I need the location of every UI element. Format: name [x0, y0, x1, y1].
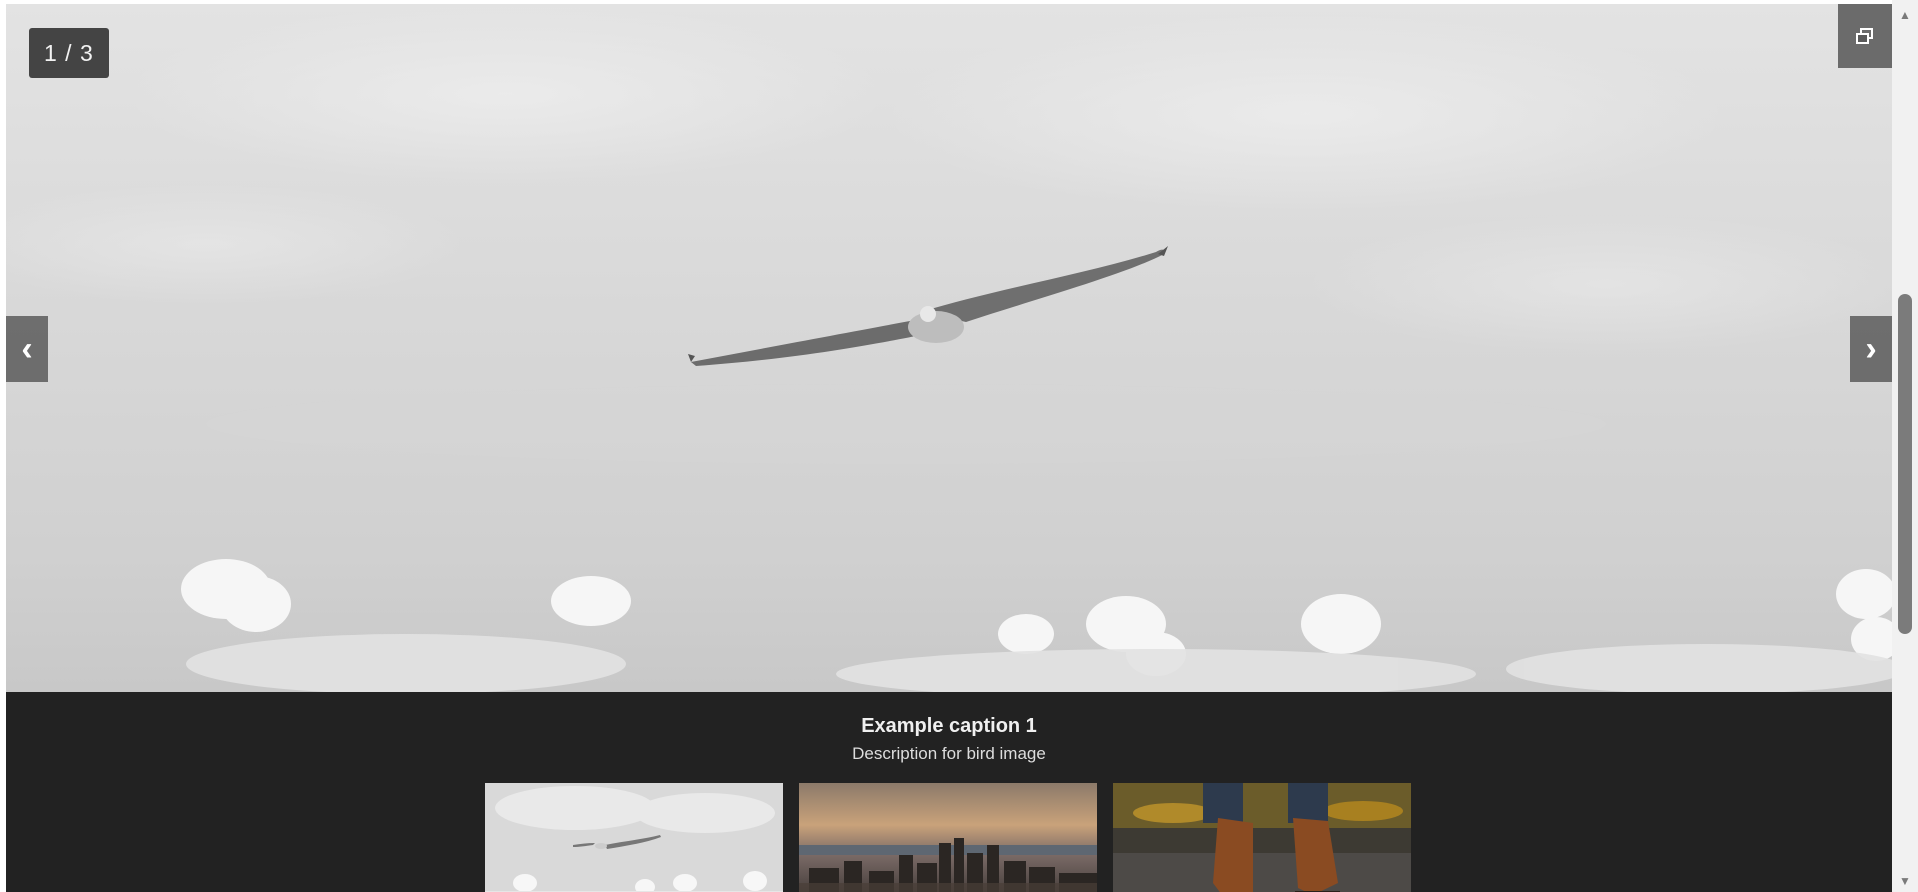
scrollbar-thumb[interactable] — [1898, 294, 1912, 634]
thumbnail-boots[interactable] — [1113, 783, 1411, 892]
caption-description: Description for bird image — [852, 744, 1046, 763]
lightbox-viewer: 1 / 3 ‹ › Example caption 1 Description … — [6, 4, 1892, 892]
caption-title: Example caption 1 — [861, 715, 1037, 737]
vertical-scrollbar[interactable]: ▲ ▼ — [1892, 0, 1918, 892]
thumbnail-strip — [485, 783, 1411, 892]
caption-area: Example caption 1 Description for bird i… — [6, 692, 1892, 892]
next-slide-button[interactable]: › — [1850, 316, 1892, 382]
thumbnail-bird[interactable] — [485, 783, 783, 892]
previous-slide-button[interactable]: ‹ — [6, 316, 48, 382]
slide-counter: 1 / 3 — [29, 28, 109, 78]
scroll-down-arrow[interactable]: ▼ — [1892, 870, 1918, 892]
main-image-bird — [6, 4, 1892, 692]
scroll-up-arrow[interactable]: ▲ — [1892, 4, 1918, 26]
thumbnail-city[interactable] — [799, 783, 1097, 892]
restore-window-icon — [1856, 28, 1873, 44]
fullscreen-toggle-button[interactable] — [1838, 4, 1892, 68]
